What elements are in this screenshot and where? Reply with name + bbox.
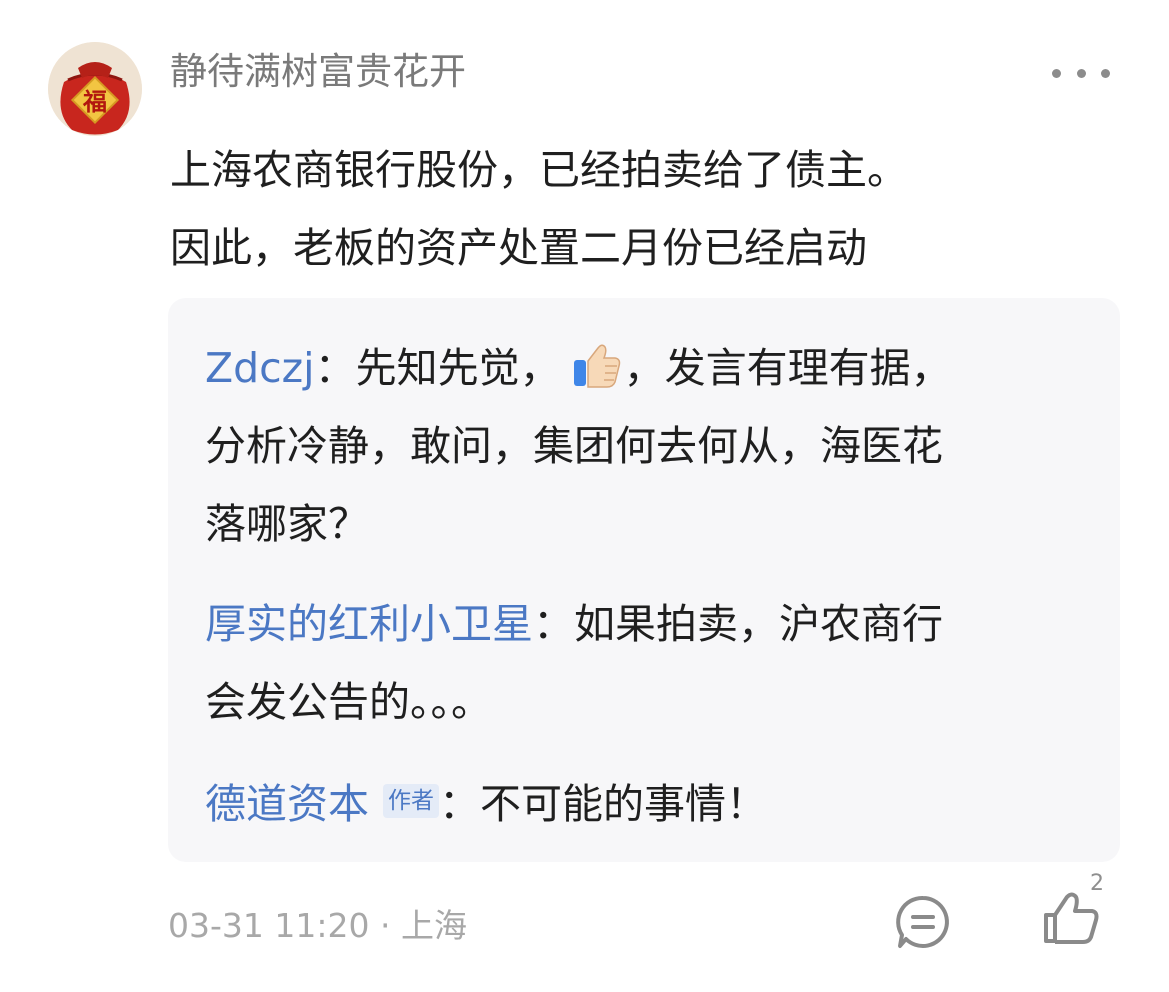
more-options-button[interactable] xyxy=(1052,60,1110,86)
post-text-line-2: 因此，老板的资产处置二月份已经启动 xyxy=(170,224,867,272)
comment-icon xyxy=(896,895,949,948)
reply-text: 先知先觉， xyxy=(355,344,561,392)
reply-author-link[interactable]: Zdczj xyxy=(205,344,315,392)
reply-separator: ： xyxy=(314,344,356,392)
avatar[interactable]: 福 xyxy=(48,42,142,136)
reply-text-line-2: 分析冷静，敢问，集团何去何从，海医花 xyxy=(205,422,943,470)
more-dots-icon xyxy=(1052,68,1061,78)
fortune-bag-icon: 福 xyxy=(48,42,142,136)
reply-text: 不可能的事情！ xyxy=(480,780,767,828)
reply-separator: ： xyxy=(439,780,480,828)
reply-item[interactable]: Zdczj：先知先觉， ，发言有理有据， 分析冷静，敢问，集团何去何从，海医花 … xyxy=(205,329,1085,563)
reply-list: Zdczj：先知先觉， ，发言有理有据， 分析冷静，敢问，集团何去何从，海医花 … xyxy=(168,298,1120,862)
thumbs-up-emoji-icon xyxy=(571,340,621,390)
reply-item[interactable]: 厚实的红利小卫星：如果拍卖，沪农商行 会发公告的。。。 xyxy=(205,585,1085,741)
post-timestamp-location: 03-31 11:20 · 上海 xyxy=(168,906,467,945)
reply-text: 如果拍卖，沪农商行 xyxy=(574,600,943,648)
like-count: 2 xyxy=(1090,871,1104,896)
svg-text:福: 福 xyxy=(82,87,107,116)
comment-button[interactable] xyxy=(894,893,952,951)
reply-item[interactable]: 德道资本 作者 ：不可能的事情！ xyxy=(205,764,1085,844)
post-content: 上海农商银行股份，已经拍卖给了债主。 因此，老板的资产处置二月份已经启动 xyxy=(170,131,1120,287)
username[interactable]: 静待满树富贵花开 xyxy=(170,46,466,98)
post-text-line-1: 上海农商银行股份，已经拍卖给了债主。 xyxy=(170,146,908,194)
comment-card: 福 静待满树富贵花开 上海农商银行股份，已经拍卖给了债主。 因此，老板的资产处置… xyxy=(0,0,1169,992)
reply-text-line-3: 落哪家？ xyxy=(205,500,369,548)
more-dot xyxy=(1101,68,1110,78)
reply-author-link[interactable]: 德道资本 xyxy=(205,780,369,828)
reply-text-line-2: 会发公告的。。。 xyxy=(205,678,492,726)
reply-author-link[interactable]: 厚实的红利小卫星 xyxy=(205,600,533,648)
more-dot xyxy=(1076,68,1086,78)
reply-separator: ： xyxy=(533,600,574,648)
author-badge: 作者 xyxy=(383,784,439,818)
reply-text: ，发言有理有据， xyxy=(623,344,952,392)
